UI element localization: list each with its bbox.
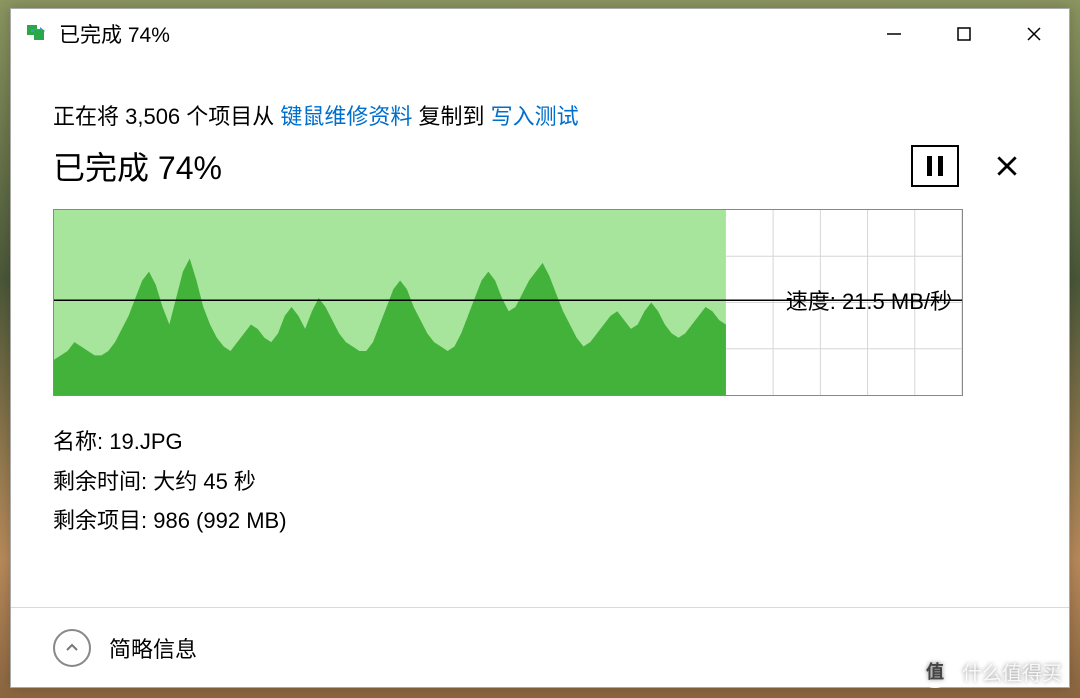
toggle-details-label[interactable]: 简略信息 — [109, 632, 197, 664]
dialog-content: 正在将 3,506 个项目从 键鼠维修资料 复制到 写入测试 已完成 74% 速… — [11, 59, 1069, 607]
destination-link[interactable]: 写入测试 — [491, 104, 579, 129]
pause-button[interactable] — [911, 145, 959, 187]
collapse-details-button[interactable] — [53, 629, 91, 667]
detail-time: 剩余时间: 大约 45 秒 — [53, 462, 1027, 502]
operation-description: 正在将 3,506 个项目从 键鼠维修资料 复制到 写入测试 — [53, 99, 1027, 131]
speed-prefix: 速度: — [786, 289, 842, 314]
transfer-speed-chart: 速度: 21.5 MB/秒 — [53, 209, 963, 396]
window-controls — [859, 9, 1069, 59]
titlebar: 已完成 74% — [11, 9, 1069, 59]
progress-label: 已完成 74% — [53, 143, 222, 189]
watermark-badge: 值 — [918, 654, 952, 688]
transfer-details: 名称: 19.JPG 剩余时间: 大约 45 秒 剩余项目: 986 (992 … — [53, 422, 1027, 541]
maximize-button[interactable] — [929, 9, 999, 59]
watermark: 值 什么值得买 — [918, 654, 1062, 688]
dialog-footer: 简略信息 — [11, 607, 1069, 687]
file-copy-dialog: 已完成 74% 正在将 3,506 个项目从 键鼠维修资料 复制到 写入测试 已… — [10, 8, 1070, 688]
copy-operation-icon — [27, 25, 45, 43]
operation-middle: 复制到 — [412, 104, 490, 129]
detail-items: 剩余项目: 986 (992 MB) — [53, 501, 1027, 541]
source-link[interactable]: 键鼠维修资料 — [280, 104, 412, 129]
detail-name: 名称: 19.JPG — [53, 422, 1027, 462]
chevron-up-icon — [64, 640, 80, 656]
operation-prefix: 正在将 3,506 个项目从 — [53, 104, 280, 129]
progress-row: 已完成 74% — [53, 143, 1027, 189]
watermark-text: 什么值得买 — [962, 657, 1062, 686]
pause-icon — [927, 156, 943, 176]
minimize-button[interactable] — [859, 9, 929, 59]
speed-label: 速度: 21.5 MB/秒 — [784, 282, 954, 318]
close-button[interactable] — [999, 9, 1069, 59]
window-title: 已完成 74% — [59, 19, 170, 49]
close-icon — [994, 153, 1020, 179]
cancel-button[interactable] — [987, 146, 1027, 186]
speed-value: 21.5 MB/秒 — [842, 289, 952, 314]
